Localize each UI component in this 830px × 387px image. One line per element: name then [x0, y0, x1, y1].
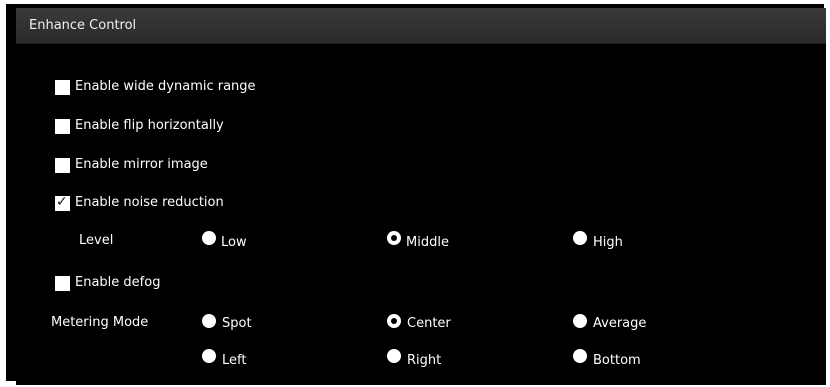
- wdr-label: Enable wide dynamic range: [75, 79, 256, 94]
- noise-level-low-label: Low: [221, 235, 247, 250]
- metering-right-label: Right: [407, 353, 442, 368]
- defog-checkbox[interactable]: [55, 276, 70, 291]
- metering-mode-label: Metering Mode: [51, 315, 149, 330]
- metering-center-radio[interactable]: [387, 314, 401, 328]
- metering-average-label: Average: [593, 316, 647, 331]
- metering-spot-radio[interactable]: [202, 314, 216, 328]
- noise-level-middle-radio[interactable]: [387, 231, 401, 245]
- noise-level-low-radio[interactable]: [202, 231, 216, 245]
- noise-level-label: Level: [79, 233, 114, 248]
- mirror-image-label: Enable mirror image: [75, 157, 208, 172]
- mirror-image-checkbox[interactable]: [55, 158, 70, 173]
- metering-center-label: Center: [407, 316, 451, 331]
- defog-label: Enable defog: [75, 275, 161, 290]
- metering-bottom-radio[interactable]: [573, 349, 587, 363]
- wdr-checkbox[interactable]: [55, 80, 70, 95]
- metering-right-radio[interactable]: [387, 349, 401, 363]
- metering-left-label: Left: [222, 353, 247, 368]
- panel-header: Enhance Control: [16, 8, 826, 44]
- checkmark-icon: ✓: [56, 194, 68, 210]
- metering-spot-label: Spot: [222, 316, 252, 331]
- panel-title: Enhance Control: [29, 18, 137, 33]
- noise-level-middle-label: Middle: [406, 235, 449, 250]
- noise-reduction-checkbox[interactable]: ✓: [55, 194, 70, 211]
- flip-horizontal-label: Enable flip horizontally: [75, 118, 224, 133]
- noise-reduction-label: Enable noise reduction: [75, 195, 224, 210]
- metering-average-radio[interactable]: [573, 314, 587, 328]
- noise-level-high-label: High: [593, 235, 623, 250]
- metering-bottom-label: Bottom: [593, 353, 641, 368]
- enhance-control-panel: Enhance Control Enable wide dynamic rang…: [16, 8, 826, 385]
- metering-left-radio[interactable]: [202, 349, 216, 363]
- flip-horizontal-checkbox[interactable]: [55, 119, 70, 134]
- noise-level-high-radio[interactable]: [573, 231, 587, 245]
